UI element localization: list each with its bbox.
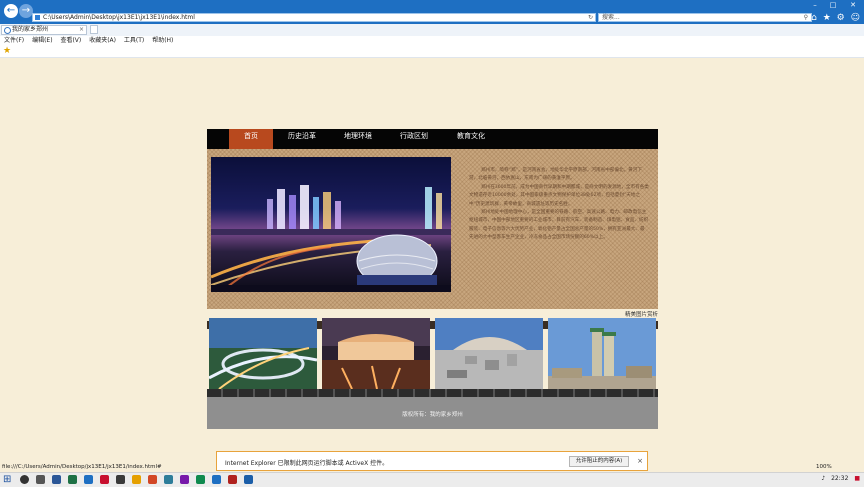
system-tray: ♪ 22:32 ■ [817,475,860,482]
back-icon[interactable]: ← [4,4,18,18]
close-icon[interactable]: ✕ [848,1,858,9]
add-favorite-icon[interactable]: ★ [3,46,11,57]
address-bar[interactable]: C:\Users\Admin\Desktop\jx13E1\jx13E1\ind… [32,13,596,22]
maximize-icon[interactable]: □ [828,1,838,9]
app-icon[interactable] [212,475,221,484]
site-footer: 版权所有：我的家乡郑州 [207,389,658,429]
app-icon[interactable] [116,475,125,484]
city-night-photo [211,157,451,292]
gear-icon[interactable]: ⚙ [837,13,845,23]
thumbnail-theater[interactable] [322,318,430,389]
menu-help[interactable]: 帮助(H) [152,37,173,44]
app-icon[interactable] [228,475,237,484]
taskbar: ⊞ ♪ 22:32 ■ [0,472,864,487]
nav-geography[interactable]: 地理环境 [337,129,379,149]
notification-center-icon[interactable]: ■ [854,475,860,482]
smiley-icon[interactable]: ☺ [851,13,860,23]
gallery-link[interactable]: 精美图片赏析 [625,310,658,318]
gallery-thumbnails [209,318,658,391]
app-icon[interactable] [196,475,205,484]
thumbnail-twin-towers[interactable] [548,318,656,389]
status-url: file:///C:/Users/Admin/Desktop/jx13E1/jx… [2,464,162,470]
nav-districts[interactable]: 行政区划 [393,129,435,149]
app-icon[interactable] [164,475,173,484]
menu-file[interactable]: 文件(F) [4,37,24,44]
app-icon[interactable] [132,475,141,484]
browser-titlebar: ← → C:\Users\Admin\Desktop\jx13E1\jx13E1… [0,0,864,24]
intro-paragraph: 郑州市，简称“郑”，是河南省会，地处华北平原南部，河南省中部偏北，黄河下游，北临… [469,168,642,182]
thumbnail-city-model[interactable] [435,318,543,389]
nav-home[interactable]: 首页 [229,129,273,149]
refresh-icon[interactable]: ↻ [588,14,593,21]
menu-view[interactable]: 查看(V) [60,37,81,44]
app-icon[interactable] [84,475,93,484]
menu-edit[interactable]: 编辑(E) [32,37,52,44]
tab-title: 我的家乡郑州 [12,26,49,33]
toolbar-icons: ⌂ ★ ⚙ ☺ [808,13,860,23]
app-icon[interactable] [180,475,189,484]
intro-paragraph: 郑州地处中国地理中心，是全国重要的铁路、航空、高速公路、电力、邮政电信主枢纽城市… [469,210,649,241]
footer-film-strip [207,389,658,397]
new-tab-button[interactable] [90,25,98,34]
app-icon[interactable] [100,475,109,484]
home-icon[interactable]: ⌂ [811,13,817,23]
clock[interactable]: 22:32 [831,475,848,482]
search-input[interactable]: 搜索... ⚲ [598,13,812,22]
search-taskbar-icon[interactable] [20,475,29,484]
nav-education[interactable]: 教育文化 [449,129,493,149]
nav-history[interactable]: 历史沿革 [281,129,323,149]
app-icon[interactable] [52,475,61,484]
favorites-bar: ★ [0,46,864,58]
ie-taskbar-icon[interactable] [244,475,253,484]
minimize-icon[interactable]: – [810,1,820,9]
window-controls: – □ ✕ [804,0,864,12]
tab-current[interactable]: 我的家乡郑州 × [1,25,87,35]
hero-section: 郑州市，简称“郑”，是河南省会，地处华北平原南部，河南省中部偏北，黄河下游，北临… [207,149,658,329]
zoom-level[interactable]: 100% [816,462,832,472]
thumbnail-interchange[interactable] [209,318,317,389]
intro-paragraph: 郑州在3600年前，成为中国商代早期和中期都城，是商文明的发源地，全市有各类文物… [469,184,649,207]
app-icon[interactable] [68,475,77,484]
ie-page-icon [4,27,11,34]
search-placeholder: 搜索... [602,14,620,21]
address-text: C:\Users\Admin\Desktop\jx13E1\jx13E1\ind… [43,14,195,21]
copyright-text: 版权所有：我的家乡郑州 [402,412,463,418]
site-nav: 首页 历史沿革 地理环境 行政区划 教育文化 [207,129,658,149]
page-icon [35,15,40,20]
volume-icon[interactable]: ♪ [821,475,825,482]
status-bar: file:///C:/Users/Admin/Desktop/jx13E1/jx… [0,462,864,472]
task-view-icon[interactable] [36,475,45,484]
favorites-star-icon[interactable]: ★ [823,13,831,23]
tab-close-icon[interactable]: × [79,26,84,34]
forward-icon[interactable]: → [19,4,33,18]
menu-favorites[interactable]: 收藏夹(A) [89,37,116,44]
menu-tools[interactable]: 工具(T) [124,37,144,44]
menu-bar: 文件(F) 编辑(E) 查看(V) 收藏夹(A) 工具(T) 帮助(H) [0,36,864,46]
intro-text: 郑州市，简称“郑”，是河南省会，地处华北平原南部，河南省中部偏北，黄河下游，北临… [469,167,649,243]
windows-start-icon[interactable]: ⊞ [3,474,13,485]
app-icon[interactable] [148,475,157,484]
